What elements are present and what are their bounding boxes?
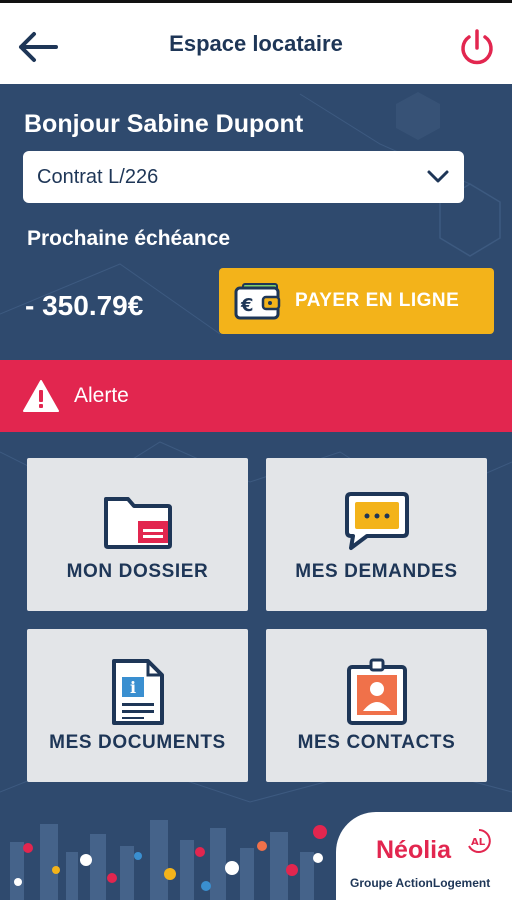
logout-button[interactable] (452, 23, 502, 73)
tile-label: MES DEMANDES (295, 561, 458, 582)
power-icon (461, 29, 493, 65)
contract-select-value: Contrat L/226 (37, 165, 159, 188)
tile-mes-documents[interactable]: i MES DOCUMENTS (27, 629, 248, 782)
contact-badge-icon (346, 658, 407, 725)
chevron-down-icon (427, 170, 449, 183)
alert-banner[interactable]: Alerte (0, 360, 512, 432)
account-summary-panel: Bonjour Sabine Dupont Contrat L/226 Proc… (0, 84, 512, 360)
tile-label: MES DOCUMENTS (49, 732, 226, 753)
wallet-euro-icon: € (234, 283, 281, 320)
tile-mes-demandes[interactable]: MES DEMANDES (266, 458, 487, 611)
tile-mes-contacts[interactable]: MES CONTACTS (266, 629, 487, 782)
pay-online-label: PAYER EN LIGNE (295, 290, 460, 311)
menu-grid: MON DOSSIER MES DEMANDES i MES DOCUMENTS… (0, 432, 512, 812)
warning-triangle-icon (23, 380, 59, 412)
pay-online-button[interactable]: € PAYER EN LIGNE (219, 268, 494, 334)
contract-select[interactable]: Contrat L/226 (23, 151, 464, 203)
tile-label: MON DOSSIER (66, 561, 209, 582)
alert-label: Alerte (74, 384, 129, 407)
footer: Néolia AL Groupe ActionLogement (0, 812, 512, 900)
next-due-label: Prochaine échéance (27, 227, 231, 250)
city-skyline-illustration (10, 820, 327, 900)
document-info-icon: i (111, 659, 164, 725)
tile-label: MES CONTACTS (297, 732, 456, 753)
svg-text:i: i (130, 678, 136, 697)
brand-subtitle: Groupe ActionLogement (350, 876, 491, 890)
svg-text:€: € (240, 295, 254, 316)
chat-bubble-icon (344, 492, 409, 550)
page-title: Espace locataire (169, 31, 343, 56)
folder-icon (103, 497, 172, 549)
brand-mark-text: AL (471, 837, 486, 848)
brand-mark-logo: AL (468, 829, 491, 853)
greeting-text: Bonjour Sabine Dupont (24, 110, 304, 138)
app-header: Espace locataire (0, 0, 512, 84)
tile-mon-dossier[interactable]: MON DOSSIER (27, 458, 248, 611)
due-amount: - 350.79€ (25, 290, 144, 321)
brand-name: Néolia (376, 836, 452, 864)
